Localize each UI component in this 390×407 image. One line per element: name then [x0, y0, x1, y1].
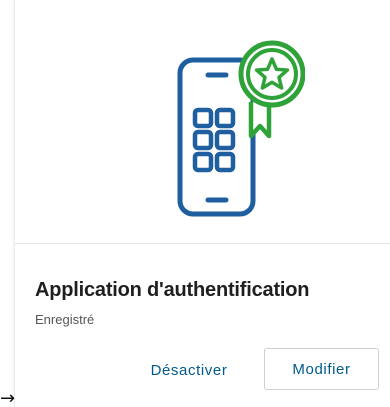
deactivate-button[interactable]: Désactiver: [127, 350, 251, 390]
authenticator-app-card: Application d'authentification Enregistr…: [14, 0, 390, 407]
badge-circle-icon: [238, 40, 305, 108]
app-grid-icon: [192, 107, 236, 173]
card-title: Application d'authentification: [35, 279, 310, 301]
card-illustration: [15, 0, 390, 244]
page: Application d'authentification Enregistr…: [0, 0, 390, 407]
modify-button[interactable]: Modifier: [264, 348, 379, 390]
arrow-pointer-icon: →: [0, 388, 16, 407]
status-text: Enregistré: [35, 312, 95, 327]
badge-ribbon-icon: [248, 102, 272, 139]
authenticator-phone-badge-icon: [177, 40, 305, 217]
